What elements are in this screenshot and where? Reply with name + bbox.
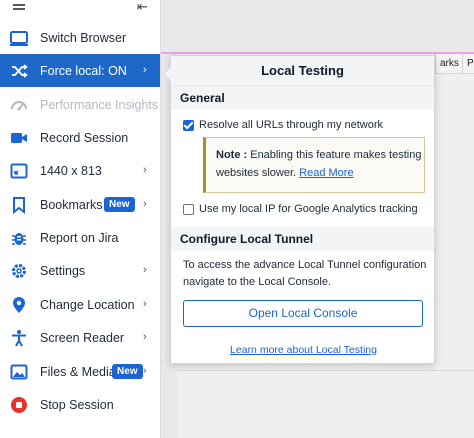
section-heading-general: General (171, 86, 434, 110)
stop-icon (10, 396, 28, 414)
sidebar-item-settings[interactable]: Settings › (0, 254, 160, 287)
learn-more-link[interactable]: Learn more about Local Testing (171, 344, 436, 356)
google-analytics-label: Use my local IP for Google Analytics tra… (199, 203, 418, 215)
sidebar-item-label: Switch Browser (40, 30, 127, 45)
chevron-right-icon: › (143, 198, 147, 210)
image-icon (10, 363, 28, 381)
chevron-right-icon: › (143, 331, 147, 343)
sidebar-item-label: Change Location (40, 297, 135, 312)
chevron-right-icon: › (143, 264, 147, 276)
browser-window-icon (10, 29, 28, 47)
sidebar: ⇤ Switch Browser Force local: ON › Perfo… (0, 0, 161, 438)
background-divider (177, 370, 474, 371)
sidebar-item-label: Record Session (40, 130, 129, 145)
sidebar-item-files-media[interactable]: Files & Media New › (0, 355, 160, 388)
sidebar-item-label: Screen Reader (40, 330, 125, 345)
bookmark-icon (10, 196, 28, 214)
read-more-link[interactable]: Read More (299, 167, 353, 179)
open-local-console-button[interactable]: Open Local Console (183, 300, 423, 327)
section-heading-configure-local-tunnel: Configure Local Tunnel (171, 227, 434, 251)
sidebar-item-report-on-jira[interactable]: Report on Jira (0, 221, 160, 254)
sidebar-item-label: Files & Media (40, 364, 116, 379)
video-camera-icon (10, 129, 28, 147)
sidebar-item-switch-browser[interactable]: Switch Browser (0, 21, 160, 54)
accessibility-icon (10, 329, 28, 347)
sidebar-item-label: Stop Session (40, 397, 114, 412)
popover-arrow-inner (164, 67, 171, 81)
sidebar-item-label: Force local: ON (40, 63, 127, 78)
sidebar-item-record-session[interactable]: Record Session (0, 121, 160, 154)
sidebar-item-label: Bookmarks (40, 197, 103, 212)
note-label: Note : (216, 149, 248, 161)
google-analytics-option[interactable]: Use my local IP for Google Analytics tra… (183, 203, 418, 215)
new-badge: New (112, 364, 143, 379)
sidebar-item-performance-insights[interactable]: Performance Insights (0, 88, 160, 121)
sidebar-item-label: Performance Insights (40, 97, 159, 112)
chevron-right-icon: › (143, 164, 147, 176)
chevron-right-icon: › (143, 365, 147, 377)
sidebar-item-screen-reader[interactable]: Screen Reader › (0, 321, 160, 354)
resolve-urls-label: Resolve all URLs through my network (199, 119, 384, 131)
sidebar-item-force-local[interactable]: Force local: ON › (0, 54, 160, 87)
sidebar-top: ⇤ (0, 0, 161, 18)
background-tab[interactable]: Pi (462, 54, 474, 74)
resolve-urls-option[interactable]: Resolve all URLs through my network (183, 119, 383, 131)
collapse-left-icon[interactable]: ⇤ (137, 0, 151, 15)
resize-icon (10, 162, 28, 180)
sidebar-item-label: Report on Jira (40, 230, 119, 245)
note-box: Note : Enabling this feature makes testi… (203, 137, 425, 193)
gauge-icon (10, 96, 28, 114)
location-pin-icon (10, 296, 28, 314)
sidebar-item-bookmarks[interactable]: Bookmarks New › (0, 188, 160, 221)
gear-icon (10, 262, 28, 280)
chevron-right-icon: › (143, 298, 147, 310)
sidebar-item-stop-session[interactable]: Stop Session (0, 388, 160, 421)
tunnel-description: To access the advance Local Tunnel confi… (183, 259, 427, 288)
popover-title: Local Testing (171, 56, 434, 86)
shuffle-icon (10, 62, 28, 80)
resolve-urls-checkbox[interactable] (183, 119, 194, 131)
local-testing-popover: Local Testing General Resolve all URLs t… (163, 55, 436, 364)
background-tab[interactable]: arks (435, 54, 463, 74)
new-badge: New (104, 197, 135, 212)
sidebar-item-change-location[interactable]: Change Location › (0, 288, 160, 321)
chevron-right-icon: › (143, 64, 147, 76)
sidebar-item-resolution[interactable]: 1440 x 813 › (0, 154, 160, 187)
hamburger-icon[interactable] (13, 4, 25, 10)
bug-icon (10, 229, 28, 247)
google-analytics-checkbox[interactable] (183, 203, 194, 215)
sidebar-item-label: Settings (40, 263, 86, 278)
sidebar-item-label: 1440 x 813 (40, 163, 102, 178)
